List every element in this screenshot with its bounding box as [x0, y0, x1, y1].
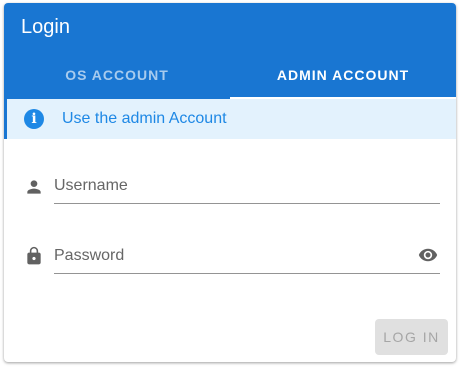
- dialog-title: Login: [21, 16, 70, 38]
- lock-icon: [27, 246, 41, 265]
- account-tabs: OS ACCOUNT ADMIN ACCOUNT: [4, 51, 456, 99]
- info-icon: i: [24, 109, 44, 129]
- username-input[interactable]: [54, 171, 394, 201]
- tab-admin-account[interactable]: ADMIN ACCOUNT: [230, 51, 456, 99]
- password-input[interactable]: [54, 241, 394, 271]
- password-field: [54, 241, 440, 274]
- eye-icon[interactable]: [416, 245, 440, 265]
- info-banner: i Use the admin Account: [4, 99, 456, 139]
- login-dialog: Login OS ACCOUNT ADMIN ACCOUNT i Use the…: [4, 3, 456, 362]
- person-icon: [27, 180, 41, 194]
- login-button[interactable]: LOG IN: [375, 319, 448, 355]
- dialog-header: Login OS ACCOUNT ADMIN ACCOUNT: [4, 3, 456, 99]
- tab-os-account[interactable]: OS ACCOUNT: [4, 51, 230, 99]
- username-field: [54, 171, 440, 204]
- info-message: Use the admin Account: [62, 110, 227, 127]
